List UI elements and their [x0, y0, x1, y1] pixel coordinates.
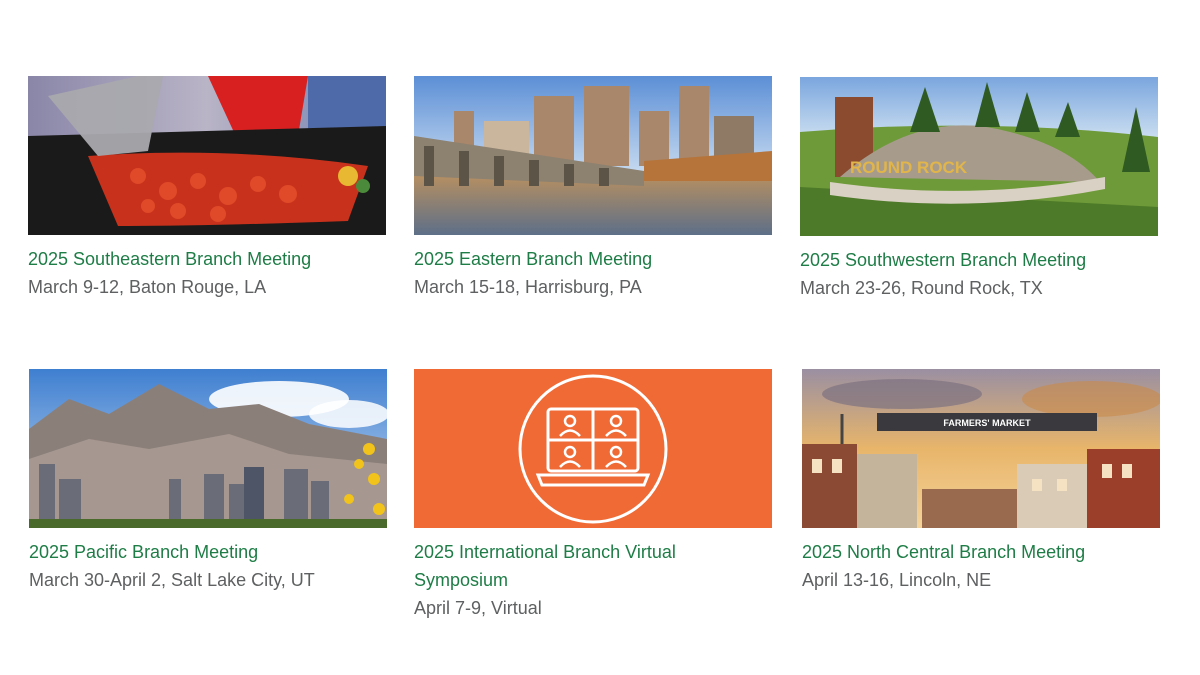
meeting-title[interactable]: 2025 International Branch Virtual Sympos… [414, 538, 772, 594]
harrisburg-bridge-photo [414, 76, 772, 235]
round-rock-sign-text: ROUND ROCK [850, 158, 968, 177]
meeting-image-virtual[interactable] [414, 369, 772, 528]
meeting-card-southwestern[interactable]: ROUND ROCK 2025 Southwestern Branch Meet… [800, 77, 1158, 302]
meeting-details: March 23-26, Round Rock, TX [800, 278, 1043, 298]
round-rock-sign-photo: ROUND ROCK [800, 77, 1158, 236]
meeting-image-round-rock[interactable]: ROUND ROCK [800, 77, 1158, 236]
meeting-details: April 13-16, Lincoln, NE [802, 570, 992, 590]
meeting-title[interactable]: 2025 Southwestern Branch Meeting [800, 246, 1158, 274]
meeting-title[interactable]: 2025 Southeastern Branch Meeting [28, 245, 386, 273]
meeting-details: April 7-9, Virtual [414, 598, 542, 618]
farmers-market-banner-text: FARMERS' MARKET [943, 418, 1031, 428]
meeting-image-lincoln[interactable]: FARMERS' MARKET [802, 369, 1160, 528]
meeting-image-harrisburg[interactable] [414, 76, 772, 235]
meeting-card-north-central[interactable]: FARMERS' MARKET 2025 North Central Branc… [802, 369, 1160, 594]
meeting-card-pacific[interactable]: 2025 Pacific Branch Meeting March 30-Apr… [29, 369, 387, 594]
meeting-card-international[interactable]: 2025 International Branch Virtual Sympos… [414, 369, 772, 622]
meeting-image-salt-lake-city[interactable] [29, 369, 387, 528]
meeting-card-southeastern[interactable]: 2025 Southeastern Branch Meeting March 9… [28, 76, 386, 301]
meeting-title[interactable]: 2025 North Central Branch Meeting [802, 538, 1160, 566]
meeting-details: March 15-18, Harrisburg, PA [414, 277, 642, 297]
meeting-image-crawfish-boil[interactable] [28, 76, 386, 235]
lincoln-haymarket-photo: FARMERS' MARKET [802, 369, 1160, 528]
meeting-title[interactable]: 2025 Pacific Branch Meeting [29, 538, 387, 566]
meeting-details: March 9-12, Baton Rouge, LA [28, 277, 267, 297]
salt-lake-city-skyline-photo [29, 369, 387, 528]
meeting-title[interactable]: 2025 Eastern Branch Meeting [414, 245, 772, 273]
crawfish-boil-photo [28, 76, 386, 235]
virtual-meeting-graphic [414, 369, 772, 528]
meeting-card-eastern[interactable]: 2025 Eastern Branch Meeting March 15-18,… [414, 76, 772, 301]
meeting-details: March 30-April 2, Salt Lake City, UT [29, 570, 315, 590]
